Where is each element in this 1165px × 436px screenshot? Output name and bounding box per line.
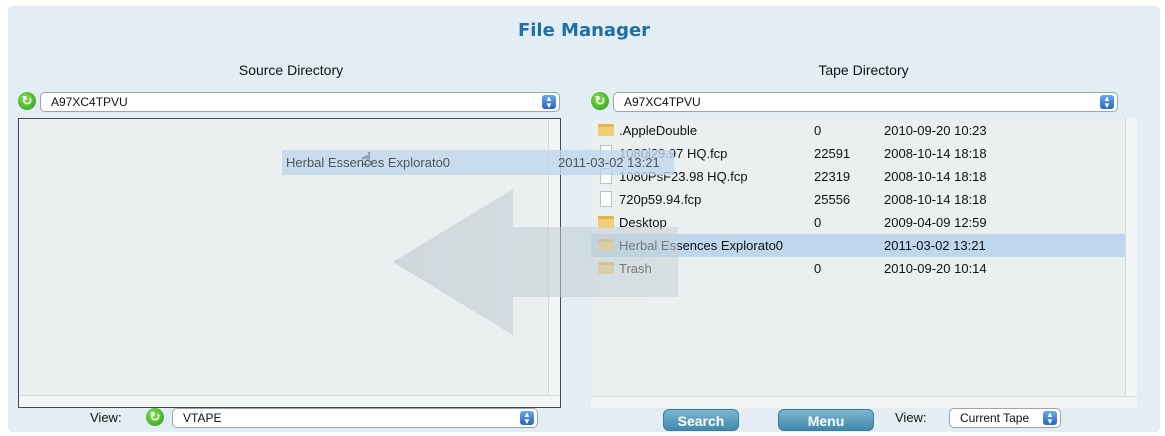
row-size: 25556 (814, 192, 851, 207)
row-size: 0 (814, 123, 822, 138)
source-horizontal-scrollbar[interactable] (19, 395, 560, 407)
tape-directory-select[interactable]: A97XC4TPVU ▲ ▼ (613, 92, 1118, 112)
source-refresh-icon[interactable]: ↻ (18, 92, 36, 110)
select-arrows-icon: ▲ ▼ (1043, 411, 1057, 426)
row-size: 0 (814, 261, 822, 276)
grab-hand-cursor-icon: ☝ (361, 149, 372, 170)
tape-view-select[interactable]: Current Tape ▲ ▼ (949, 408, 1061, 428)
drag-ghost-date: 2011-03-02 13:21 (558, 155, 660, 170)
select-arrows-icon: ▲ ▼ (1100, 95, 1114, 110)
row-size: 22591 (814, 146, 851, 161)
folder-icon (598, 124, 614, 136)
row-date: 2008-10-14 18:18 (884, 146, 987, 161)
table-row[interactable]: .AppleDouble 0 2010-09-20 10:23 (591, 119, 1136, 142)
select-arrows-icon: ▲ ▼ (520, 411, 534, 426)
row-date: 2008-10-14 18:18 (884, 169, 987, 184)
tape-view-label: View: (895, 410, 927, 425)
tape-view-value: Current Tape (960, 411, 1030, 425)
search-button[interactable]: Search (663, 409, 739, 431)
file-manager-window: File Manager Source Directory ↻ A97XC4TP… (8, 6, 1160, 432)
row-size: 22319 (814, 169, 851, 184)
tape-refresh-icon[interactable]: ↻ (591, 92, 609, 110)
tape-pane-title: Tape Directory (818, 62, 909, 78)
tape-directory-value: A97XC4TPVU (624, 95, 701, 109)
drag-ghost-row: Herbal Essences Explorato0 2011-03-02 13… (282, 150, 674, 175)
tape-vertical-scrollbar[interactable] (1125, 118, 1137, 408)
source-pane-title: Source Directory (238, 62, 344, 78)
drag-direction-arrow-icon (393, 189, 678, 335)
source-directory-value: A97XC4TPVU (51, 95, 128, 109)
source-directory-select[interactable]: A97XC4TPVU ▲ ▼ (40, 92, 560, 112)
row-date: 2008-10-14 18:18 (884, 192, 987, 207)
source-view-select[interactable]: VTAPE ▲ ▼ (172, 408, 538, 428)
menu-button[interactable]: Menu (778, 409, 874, 431)
app-title: File Manager (517, 20, 651, 41)
row-date: 2011-03-02 13:21 (884, 238, 986, 253)
source-view-value: VTAPE (183, 411, 222, 425)
row-date: 2010-09-20 10:23 (884, 123, 987, 138)
source-view-label: View: (90, 410, 122, 425)
tape-horizontal-scrollbar[interactable] (591, 396, 1137, 408)
row-date: 2010-09-20 10:14 (884, 261, 987, 276)
row-date: 2009-04-09 12:59 (884, 215, 987, 230)
row-name: .AppleDouble (619, 123, 698, 138)
source-view-refresh-icon[interactable]: ↻ (146, 408, 164, 426)
row-size: 0 (814, 215, 822, 230)
select-arrows-icon: ▲ ▼ (542, 95, 556, 110)
